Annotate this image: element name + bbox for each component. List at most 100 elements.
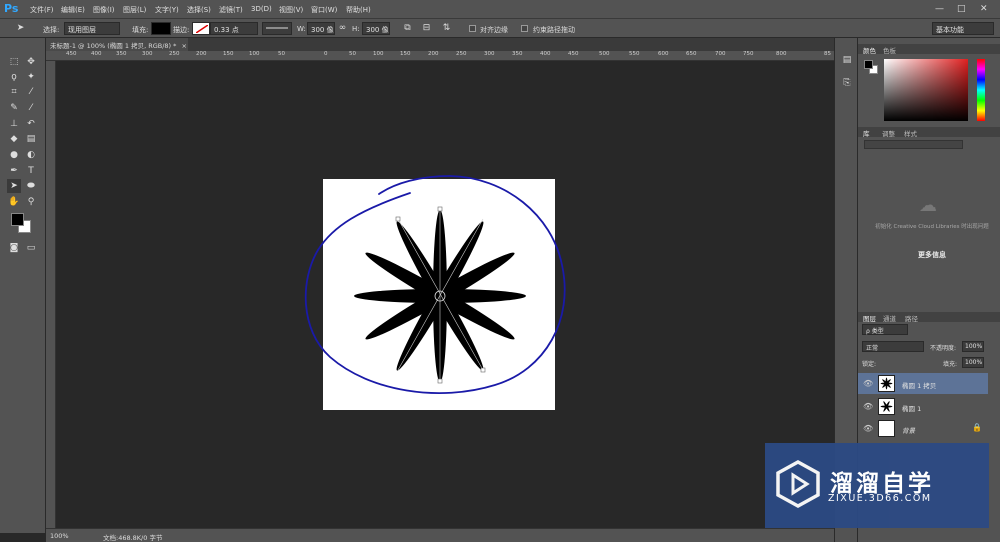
photoshop-logo: Ps <box>4 2 19 15</box>
path-arrangement-icon[interactable]: ⇅ <box>441 23 452 34</box>
starburst-shape <box>354 206 526 384</box>
screen-mode-icon[interactable]: ▭ <box>24 241 38 255</box>
quick-mask-icon[interactable]: ◙ <box>7 241 21 255</box>
document-info[interactable]: 文档:468.8K/0 字节 <box>103 532 162 542</box>
stroke-swatch-icon <box>195 24 209 34</box>
artwork-overlay <box>304 175 566 394</box>
zoom-tool-icon[interactable]: ⚲ <box>24 195 38 209</box>
brush-tool-icon[interactable]: ⁄ <box>24 101 38 115</box>
move-tool-icon[interactable]: ✥ <box>24 55 38 69</box>
healing-brush-icon[interactable]: ✎ <box>7 101 21 115</box>
menu-select[interactable]: 选择(S) <box>187 5 211 15</box>
hue-slider[interactable] <box>977 59 985 121</box>
layer-row-selected[interactable]: 👁 椭圆 1 拷贝 <box>858 373 988 394</box>
stroke-type-icon <box>266 27 288 29</box>
link-icon[interactable]: ∞ <box>337 23 348 34</box>
menu-bar: Ps 文件(F) 编辑(E) 图像(I) 图层(L) 文字(Y) 选择(S) 滤… <box>0 0 1000 19</box>
tab-adjustments[interactable]: 调整 <box>882 128 895 138</box>
zoom-level[interactable]: 100% <box>50 532 69 540</box>
width-label: W: <box>297 25 306 33</box>
menu-view[interactable]: 视图(V) <box>279 5 303 15</box>
ruler-tick: 100 <box>373 51 384 57</box>
pen-tool-icon[interactable]: ✒ <box>7 164 21 178</box>
minimize-button[interactable]: — <box>935 4 944 14</box>
blend-mode-dropdown[interactable]: 正常 <box>862 341 924 352</box>
color-picker-field[interactable] <box>884 59 968 121</box>
menu-window[interactable]: 窗口(W) <box>311 5 337 15</box>
marquee-tool-icon[interactable]: ⬚ <box>7 55 21 69</box>
lasso-tool-icon[interactable]: ϙ <box>7 70 21 84</box>
crop-tool-icon[interactable]: ⌗ <box>7 85 21 99</box>
menu-image[interactable]: 图像(I) <box>93 5 115 15</box>
history-panel-icon[interactable]: ▤ <box>840 53 854 67</box>
tab-channels[interactable]: 通道 <box>883 313 896 323</box>
opacity-input[interactable]: 100% <box>962 341 984 352</box>
fill-opacity-input[interactable]: 100% <box>962 357 984 368</box>
ruler-tick: 450 <box>568 51 579 57</box>
foreground-color-swatch[interactable] <box>11 213 24 226</box>
close-button[interactable]: ✕ <box>980 4 988 14</box>
tab-paths[interactable]: 路径 <box>905 313 918 323</box>
tab-swatches[interactable]: 色板 <box>883 45 896 55</box>
library-dropdown[interactable] <box>864 140 963 149</box>
path-select-tool-icon[interactable]: ➤ <box>15 23 26 34</box>
tab-styles[interactable]: 样式 <box>904 128 917 138</box>
fill-opacity-label: 填充: <box>943 361 958 368</box>
visibility-eye-icon[interactable]: 👁 <box>863 402 873 411</box>
constrain-path-checkbox[interactable] <box>521 25 528 32</box>
layer-kind-filter[interactable]: ρ 类型 <box>862 324 908 335</box>
ruler-horizontal: 450 400 350 300 250 200 150 100 50 0 50 … <box>46 51 834 61</box>
properties-panel-icon[interactable]: ⎘ <box>840 76 854 90</box>
height-input[interactable]: 300 像 <box>362 22 390 35</box>
path-operations-icon[interactable]: ⧉ <box>402 23 413 34</box>
ruler-tick: 550 <box>629 51 640 57</box>
workspace-dropdown[interactable]: 基本功能 <box>932 22 994 35</box>
starburst-thumbnail-icon <box>880 377 893 390</box>
menu-edit[interactable]: 编辑(E) <box>61 5 85 15</box>
ruler-tick: 150 <box>223 51 234 57</box>
gradient-tool-icon[interactable]: ▤ <box>24 132 38 146</box>
eraser-tool-icon[interactable]: ◆ <box>7 132 21 146</box>
document-tab[interactable]: 未标题-1 @ 100% (椭圆 1 拷贝, RGB/8) * × <box>46 38 188 51</box>
maximize-button[interactable]: □ <box>957 4 966 14</box>
ruler-tick: 650 <box>686 51 697 57</box>
ellipse-tool-icon[interactable]: ⬬ <box>24 179 38 193</box>
select-dropdown[interactable]: 现用图层 <box>64 22 120 35</box>
hand-tool-icon[interactable]: ✋ <box>7 195 21 209</box>
stroke-width-input[interactable]: 0.33 点 <box>210 22 258 35</box>
ruler-tick: 250 <box>456 51 467 57</box>
tab-libraries[interactable]: 库 <box>863 128 870 138</box>
dodge-tool-icon[interactable]: ◐ <box>24 148 38 162</box>
document-close-icon[interactable]: × <box>181 42 186 50</box>
clone-stamp-icon[interactable]: ⊥ <box>7 117 21 131</box>
type-tool-icon[interactable]: T <box>24 164 38 178</box>
path-alignment-icon[interactable]: ⊟ <box>421 23 432 34</box>
menu-3d[interactable]: 3D(D) <box>251 5 272 13</box>
tab-color[interactable]: 颜色 <box>863 45 876 55</box>
visibility-eye-icon[interactable]: 👁 <box>863 424 873 433</box>
width-input[interactable]: 300 像 <box>307 22 335 35</box>
menu-help[interactable]: 帮助(H) <box>346 5 371 15</box>
fill-swatch[interactable] <box>151 22 171 35</box>
menu-layer[interactable]: 图层(L) <box>123 5 146 15</box>
layer-name: 椭圆 1 <box>902 405 922 413</box>
history-brush-icon[interactable]: ↶ <box>24 117 38 131</box>
stroke-type-dropdown[interactable] <box>262 22 292 35</box>
magic-wand-icon[interactable]: ✦ <box>24 70 38 84</box>
library-more-info-link[interactable]: 更多信息 <box>870 250 994 260</box>
eyedropper-icon[interactable]: ⁄ <box>24 85 38 99</box>
align-edges-checkbox[interactable] <box>469 25 476 32</box>
opacity-label: 不透明度: <box>930 345 957 352</box>
stroke-swatch[interactable] <box>192 22 210 35</box>
path-selection-tool-icon[interactable]: ➤ <box>7 179 21 193</box>
blur-tool-icon[interactable]: ● <box>7 148 21 162</box>
visibility-eye-icon[interactable]: 👁 <box>863 379 873 388</box>
layer-row[interactable]: 👁 椭圆 1 <box>858 396 988 417</box>
tab-layers[interactable]: 图层 <box>863 313 876 323</box>
layer-row[interactable]: 👁 背景 🔒 <box>858 418 988 439</box>
ruler-tick: 350 <box>512 51 523 57</box>
menu-type[interactable]: 文字(Y) <box>155 5 179 15</box>
panel-foreground-swatch[interactable] <box>864 60 873 69</box>
menu-file[interactable]: 文件(F) <box>30 5 54 15</box>
menu-filter[interactable]: 滤镜(T) <box>219 5 243 15</box>
